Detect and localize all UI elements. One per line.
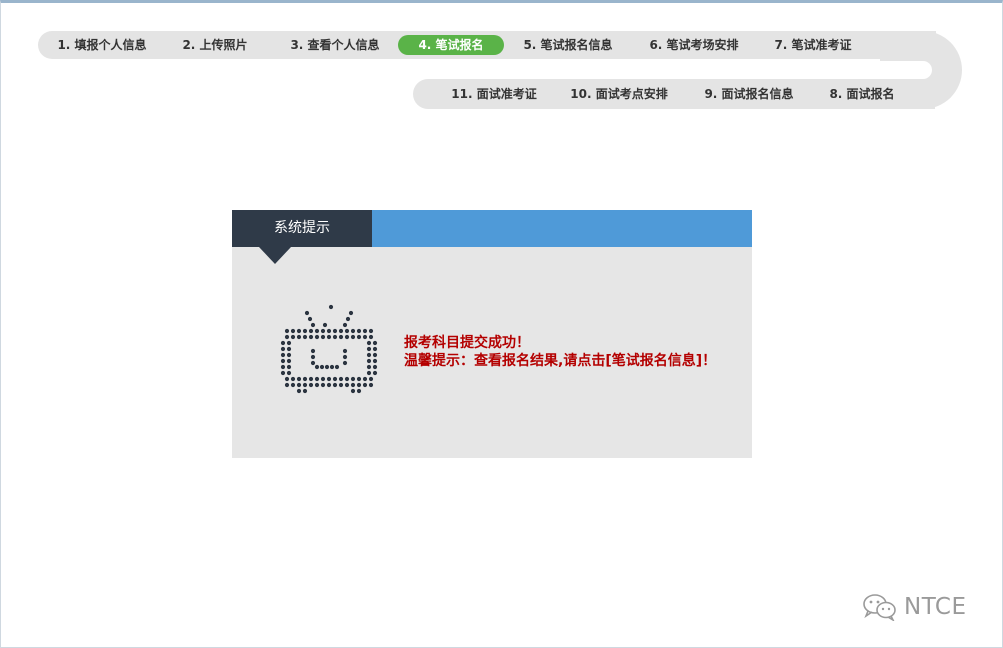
- hint-message: 温馨提示：查看报名结果,请点击[笔试报名信息]！: [404, 353, 717, 369]
- step-4-written-exam-registration[interactable]: 4. 笔试报名: [398, 35, 504, 55]
- step-2-upload-photo[interactable]: 2. 上传照片: [175, 35, 255, 55]
- system-prompt-dialog: 系统提示 报考科目提交成功！ 温馨提示：查看报名结果,请点击[笔试报名信息]！: [232, 210, 752, 458]
- wechat-icon: [863, 594, 896, 621]
- dialog-title-pointer: [259, 247, 291, 264]
- watermark: NTCE: [862, 592, 967, 622]
- step-1-fill-personal-info[interactable]: 1. 填报个人信息: [50, 35, 154, 55]
- step-6-written-exam-room-arrangement[interactable]: 6. 笔试考场安排: [641, 35, 747, 55]
- success-message: 报考科目提交成功！: [404, 335, 530, 351]
- dialog-message: 报考科目提交成功！ 温馨提示：查看报名结果,请点击[笔试报名信息]！: [404, 334, 716, 370]
- step-7-written-exam-admission-ticket[interactable]: 7. 笔试准考证: [767, 35, 859, 55]
- dialog-title: 系统提示: [232, 210, 372, 247]
- step-10-interview-venue-arrangement[interactable]: 10. 面试考点安排: [565, 84, 673, 104]
- step-9-interview-registration-info[interactable]: 9. 面试报名信息: [698, 84, 800, 104]
- tv-face-icon: [280, 304, 378, 394]
- step-5-written-exam-registration-info[interactable]: 5. 笔试报名信息: [515, 35, 621, 55]
- step-8-interview-registration[interactable]: 8. 面试报名: [823, 84, 901, 104]
- watermark-text: NTCE: [904, 594, 967, 620]
- step-3-view-personal-info[interactable]: 3. 查看个人信息: [282, 35, 388, 55]
- step-11-interview-admission-ticket[interactable]: 11. 面试准考证: [446, 84, 542, 104]
